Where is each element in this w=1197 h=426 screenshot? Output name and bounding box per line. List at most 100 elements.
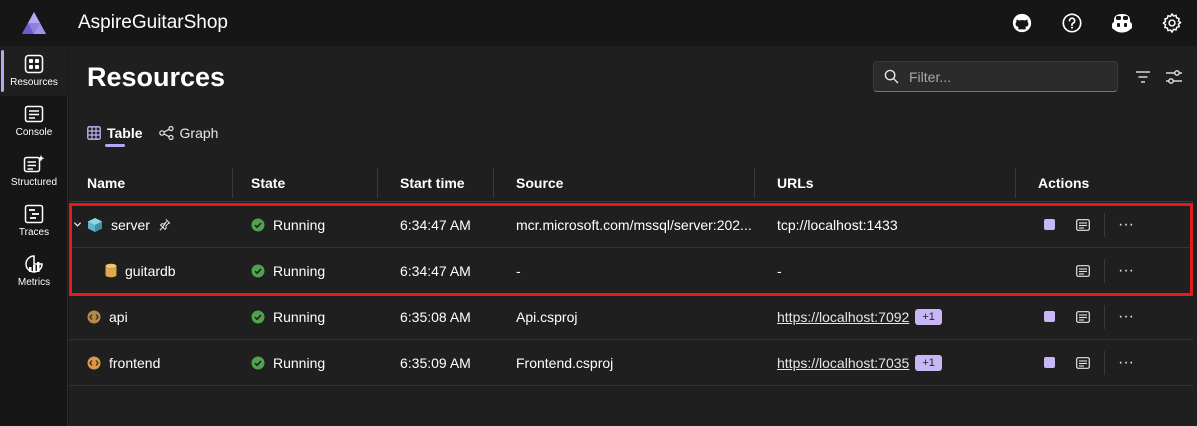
stop-button[interactable] — [1034, 348, 1064, 378]
column-header-urls[interactable]: URLs — [755, 164, 1016, 202]
resource-name: frontend — [109, 354, 161, 371]
more-urls-badge[interactable]: +1 — [915, 354, 942, 371]
sidebar-item-label: Traces — [18, 227, 50, 238]
filter-box[interactable] — [873, 61, 1118, 92]
settings-gear-icon[interactable] — [1147, 0, 1197, 46]
url-link[interactable]: https://localhost:7035 — [777, 355, 909, 371]
project-icon — [87, 356, 101, 370]
console-icon — [24, 105, 44, 123]
url-text: - — [777, 262, 782, 279]
structured-icon — [23, 155, 45, 173]
console-logs-icon — [1076, 218, 1090, 231]
chevron-down-icon[interactable] — [73, 220, 82, 229]
metrics-icon — [25, 255, 43, 273]
sidebar-item-traces[interactable]: Traces — [0, 196, 68, 246]
resources-table: Name State Start time Source URLs Action… — [69, 164, 1193, 386]
filter-input[interactable] — [909, 68, 1099, 85]
stop-icon — [1043, 219, 1055, 230]
column-header-source[interactable]: Source — [494, 164, 755, 202]
console-logs-button[interactable] — [1068, 348, 1098, 378]
source-text: mcr.microsoft.com/mssql/server:202... — [516, 216, 752, 233]
console-logs-icon — [1076, 264, 1090, 277]
resources-icon — [24, 54, 44, 74]
state-text: Running — [273, 308, 326, 325]
state-text: Running — [273, 354, 326, 371]
view-tabs: Table Graph — [87, 122, 234, 147]
table-row[interactable]: api Running 6:35:08 AM Api.csproj https:… — [69, 294, 1193, 340]
column-header-name[interactable]: Name — [69, 164, 233, 202]
sidebar-item-label: Metrics — [17, 277, 51, 288]
source-text: Frontend.csproj — [516, 354, 614, 371]
stop-button[interactable] — [1034, 210, 1064, 240]
page-title: Resources — [87, 62, 226, 92]
source-text: - — [516, 262, 521, 279]
graph-icon — [158, 126, 174, 140]
project-icon — [87, 310, 101, 324]
filter-lines-icon[interactable] — [1132, 66, 1154, 88]
state-text: Running — [273, 262, 326, 279]
url-link[interactable]: https://localhost:7092 — [777, 309, 909, 325]
table-row[interactable]: server Running 6:34:47 AM mcr.microsoft.… — [69, 202, 1193, 248]
tab-label: Table — [107, 125, 143, 141]
app-title: AspireGuitarShop — [78, 12, 228, 33]
column-header-actions: Actions — [1038, 174, 1090, 191]
start-time: 6:35:09 AM — [400, 354, 471, 371]
ellipsis-icon: ··· — [1118, 353, 1134, 371]
options-sliders-icon[interactable] — [1163, 66, 1185, 88]
sidebar-item-label: Structured — [10, 177, 58, 188]
stop-button[interactable] — [1034, 302, 1064, 332]
ellipsis-icon: ··· — [1118, 261, 1134, 279]
resource-name: api — [109, 308, 128, 325]
stop-icon — [1043, 357, 1055, 368]
more-actions-button[interactable]: ··· — [1111, 210, 1141, 240]
url-text: tcp://localhost:1433 — [777, 216, 898, 233]
table-row[interactable]: guitardb Running 6:34:47 AM - - ··· — [69, 248, 1193, 294]
traces-icon — [24, 204, 44, 224]
sidebar-item-label: Resources — [10, 77, 58, 88]
column-header-start-time[interactable]: Start time — [378, 164, 494, 202]
start-time: 6:34:47 AM — [400, 262, 471, 279]
running-check-icon — [251, 264, 265, 278]
sidebar-nav: Resources Console Structured Traces Metr… — [0, 46, 68, 426]
sidebar-item-label: Console — [15, 127, 53, 138]
console-logs-button[interactable] — [1068, 210, 1098, 240]
console-logs-icon — [1076, 310, 1090, 323]
tab-label: Graph — [179, 125, 219, 141]
copilot-icon[interactable] — [1097, 0, 1147, 46]
source-text: Api.csproj — [516, 308, 578, 325]
pin-icon[interactable] — [158, 218, 171, 231]
sidebar-item-metrics[interactable]: Metrics — [0, 246, 68, 296]
more-urls-badge[interactable]: +1 — [915, 308, 942, 325]
ellipsis-icon: ··· — [1118, 215, 1134, 233]
table-header: Name State Start time Source URLs Action… — [69, 164, 1193, 202]
help-icon[interactable] — [1047, 0, 1097, 46]
container-icon — [87, 217, 103, 233]
tab-graph[interactable]: Graph — [158, 122, 219, 144]
state-text: Running — [273, 216, 326, 233]
running-check-icon — [251, 218, 265, 232]
resource-name: server — [111, 216, 150, 233]
console-logs-icon — [1076, 356, 1090, 369]
search-icon — [884, 69, 899, 84]
more-actions-button[interactable]: ··· — [1111, 256, 1141, 286]
main-content: Resources Table Graph Name State Start t… — [69, 46, 1197, 426]
sidebar-item-structured[interactable]: Structured — [0, 146, 68, 196]
console-logs-button[interactable] — [1068, 256, 1098, 286]
top-bar: AspireGuitarShop — [0, 0, 1197, 46]
console-logs-button[interactable] — [1068, 302, 1098, 332]
ellipsis-icon: ··· — [1118, 307, 1134, 325]
tab-table[interactable]: Table — [87, 122, 143, 147]
column-header-state[interactable]: State — [233, 164, 378, 202]
start-time: 6:35:08 AM — [400, 308, 471, 325]
aspire-logo-icon[interactable] — [0, 0, 68, 46]
running-check-icon — [251, 310, 265, 324]
sidebar-item-console[interactable]: Console — [0, 96, 68, 146]
github-icon[interactable] — [997, 0, 1047, 46]
table-icon — [87, 126, 101, 140]
sidebar-item-resources[interactable]: Resources — [0, 46, 68, 96]
table-row[interactable]: frontend Running 6:35:09 AM Frontend.csp… — [69, 340, 1193, 386]
more-actions-button[interactable]: ··· — [1111, 302, 1141, 332]
resource-name: guitardb — [125, 262, 176, 279]
database-icon — [105, 263, 117, 278]
more-actions-button[interactable]: ··· — [1111, 348, 1141, 378]
